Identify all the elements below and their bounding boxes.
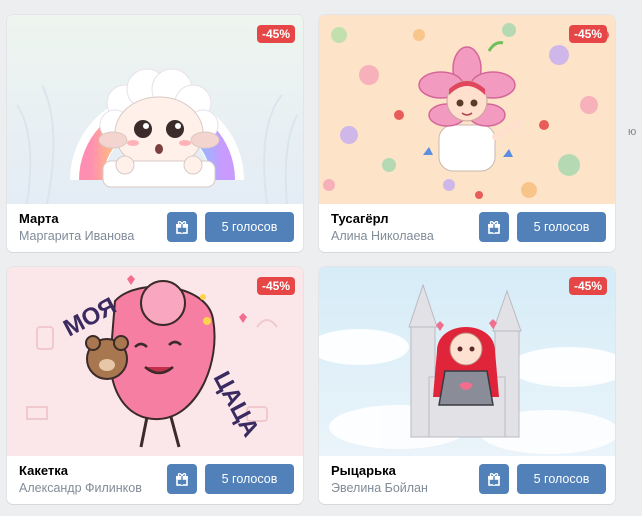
- gift-button[interactable]: [167, 212, 197, 242]
- sticker-card-tusagirl[interactable]: -45% Тусагёрл Алина Николаева 5 голосов: [319, 15, 615, 252]
- sticker-preview-kaketka[interactable]: МОЯ ЦАЦА: [7, 267, 303, 456]
- sticker-card-kaketka[interactable]: МОЯ ЦАЦА -45% Какетка Александр Филинков…: [7, 267, 303, 504]
- vote-button[interactable]: 5 голосов: [517, 464, 606, 494]
- discount-badge: -45%: [256, 277, 295, 295]
- gift-icon: [176, 221, 188, 234]
- sticker-card-marta[interactable]: -45% Марта Маргарита Иванова 5 голосов: [7, 15, 303, 252]
- gift-button[interactable]: [479, 464, 509, 494]
- sticker-title: Тусагёрл: [331, 211, 389, 226]
- sticker-card-rytsarka[interactable]: -45% Рыцарька Эвелина Бойлан 5 голосов: [319, 267, 615, 504]
- sticker-title: Какетка: [19, 463, 68, 478]
- sticker-title: Марта: [19, 211, 59, 226]
- vote-button[interactable]: 5 голосов: [517, 212, 606, 242]
- sticker-author: Александр Филинков: [19, 481, 142, 495]
- sticker-author: Алина Николаева: [331, 229, 434, 243]
- sticker-preview-rytsarka[interactable]: [319, 267, 615, 456]
- gift-button[interactable]: [479, 212, 509, 242]
- gift-icon: [488, 221, 500, 234]
- discount-badge: -45%: [568, 277, 607, 295]
- edge-text-fragment: ю: [628, 126, 637, 138]
- discount-badge: -45%: [568, 25, 607, 43]
- gift-icon: [176, 473, 188, 486]
- sticker-preview-marta[interactable]: [7, 15, 303, 204]
- discount-badge: -45%: [256, 25, 295, 43]
- gift-button[interactable]: [167, 464, 197, 494]
- sticker-preview-tusagirl[interactable]: [319, 15, 615, 204]
- sticker-title: Рыцарька: [331, 463, 396, 478]
- vote-button[interactable]: 5 голосов: [205, 212, 294, 242]
- vote-button[interactable]: 5 голосов: [205, 464, 294, 494]
- gift-icon: [488, 473, 500, 486]
- sticker-author: Маргарита Иванова: [19, 229, 135, 243]
- sticker-author: Эвелина Бойлан: [331, 481, 428, 495]
